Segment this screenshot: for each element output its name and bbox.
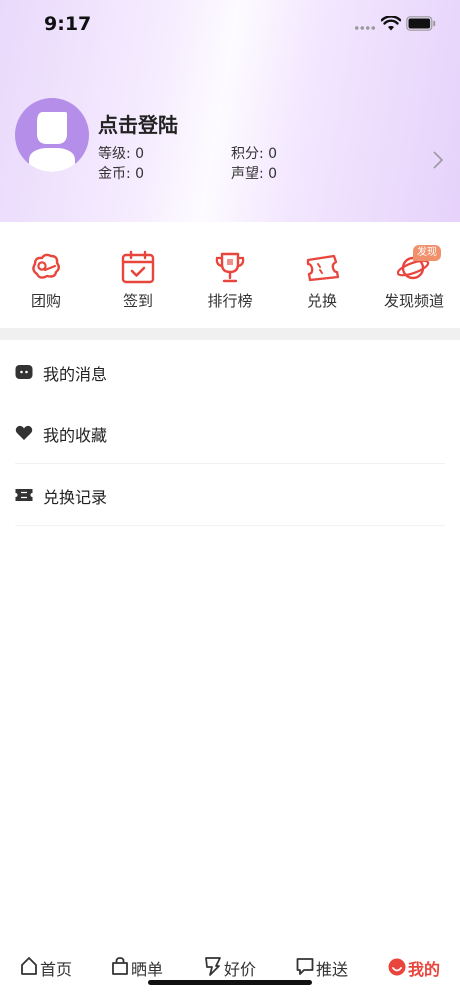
menu-item-exchange-records[interactable]: 兑换记录 [0, 464, 460, 526]
menu-item-label: 我的收藏 [43, 426, 108, 445]
quick-action-ranking[interactable]: 排行榜 [184, 222, 276, 328]
tab-label: 好价 [224, 960, 257, 979]
discover-badge: 发现 [413, 245, 441, 261]
chevron-right-icon[interactable] [432, 150, 444, 170]
bag-icon [112, 957, 128, 975]
tab-label: 晒单 [131, 960, 164, 979]
menu-item-favorites[interactable]: 我的收藏 [0, 402, 460, 464]
tab-label: 首页 [40, 960, 73, 979]
quick-action-discover[interactable]: 发现 发现频道 [368, 222, 460, 328]
quick-action-label: 发现频道 [383, 292, 444, 310]
row-divider [15, 525, 445, 526]
coins-stat: 金币: 0 [98, 166, 145, 182]
menu-item-label: 我的消息 [43, 365, 108, 384]
menu-item-messages[interactable]: 我的消息 [0, 341, 460, 403]
heart-icon [15, 425, 33, 440]
wifi-icon [381, 16, 401, 31]
ticket-icon [306, 254, 339, 282]
quick-action-label: 团购 [30, 292, 61, 310]
profile-header: 9:17 点击登陆 等级: 0 积分: 0 金币: 0 声望: 0 [0, 0, 460, 222]
tab-label: 我的 [408, 960, 441, 979]
message-icon [15, 365, 33, 379]
points-stat: 积分: 0 [231, 146, 278, 162]
login-prompt[interactable]: 点击登陆 [98, 109, 178, 138]
bottom-tab-bar: 首页 晒单 好价 推送 我的 [0, 946, 460, 996]
profile-icon [388, 958, 406, 976]
reputation-stat: 声望: 0 [231, 166, 278, 182]
quick-action-label: 兑换 [306, 292, 337, 310]
group-buy-icon [32, 253, 60, 279]
home-icon [21, 957, 37, 975]
quick-action-checkin[interactable]: 签到 [92, 222, 184, 328]
home-indicator [148, 980, 312, 985]
section-divider [0, 328, 460, 340]
tab-label: 推送 [316, 960, 349, 979]
level-stat: 等级: 0 [98, 146, 145, 162]
ticket-record-icon [15, 489, 33, 501]
default-avatar-icon [29, 112, 75, 172]
signal-icon [354, 26, 376, 30]
status-bar: 9:17 [0, 0, 460, 50]
trophy-icon [215, 252, 245, 283]
quick-action-group-buy[interactable]: 团购 [0, 222, 92, 328]
calendar-checkin-icon [121, 250, 155, 284]
quick-action-exchange[interactable]: 兑换 [276, 222, 368, 328]
quick-actions: 团购 签到 排行榜 兑换 发现 发现频道 [0, 222, 460, 328]
avatar[interactable] [15, 98, 89, 172]
status-time: 9:17 [44, 13, 92, 35]
chat-icon [296, 958, 314, 975]
price-tag-icon [205, 957, 221, 976]
battery-icon [406, 16, 436, 31]
quick-action-label: 排行榜 [207, 292, 253, 310]
quick-action-label: 签到 [122, 292, 153, 310]
menu-item-label: 兑换记录 [43, 488, 108, 507]
